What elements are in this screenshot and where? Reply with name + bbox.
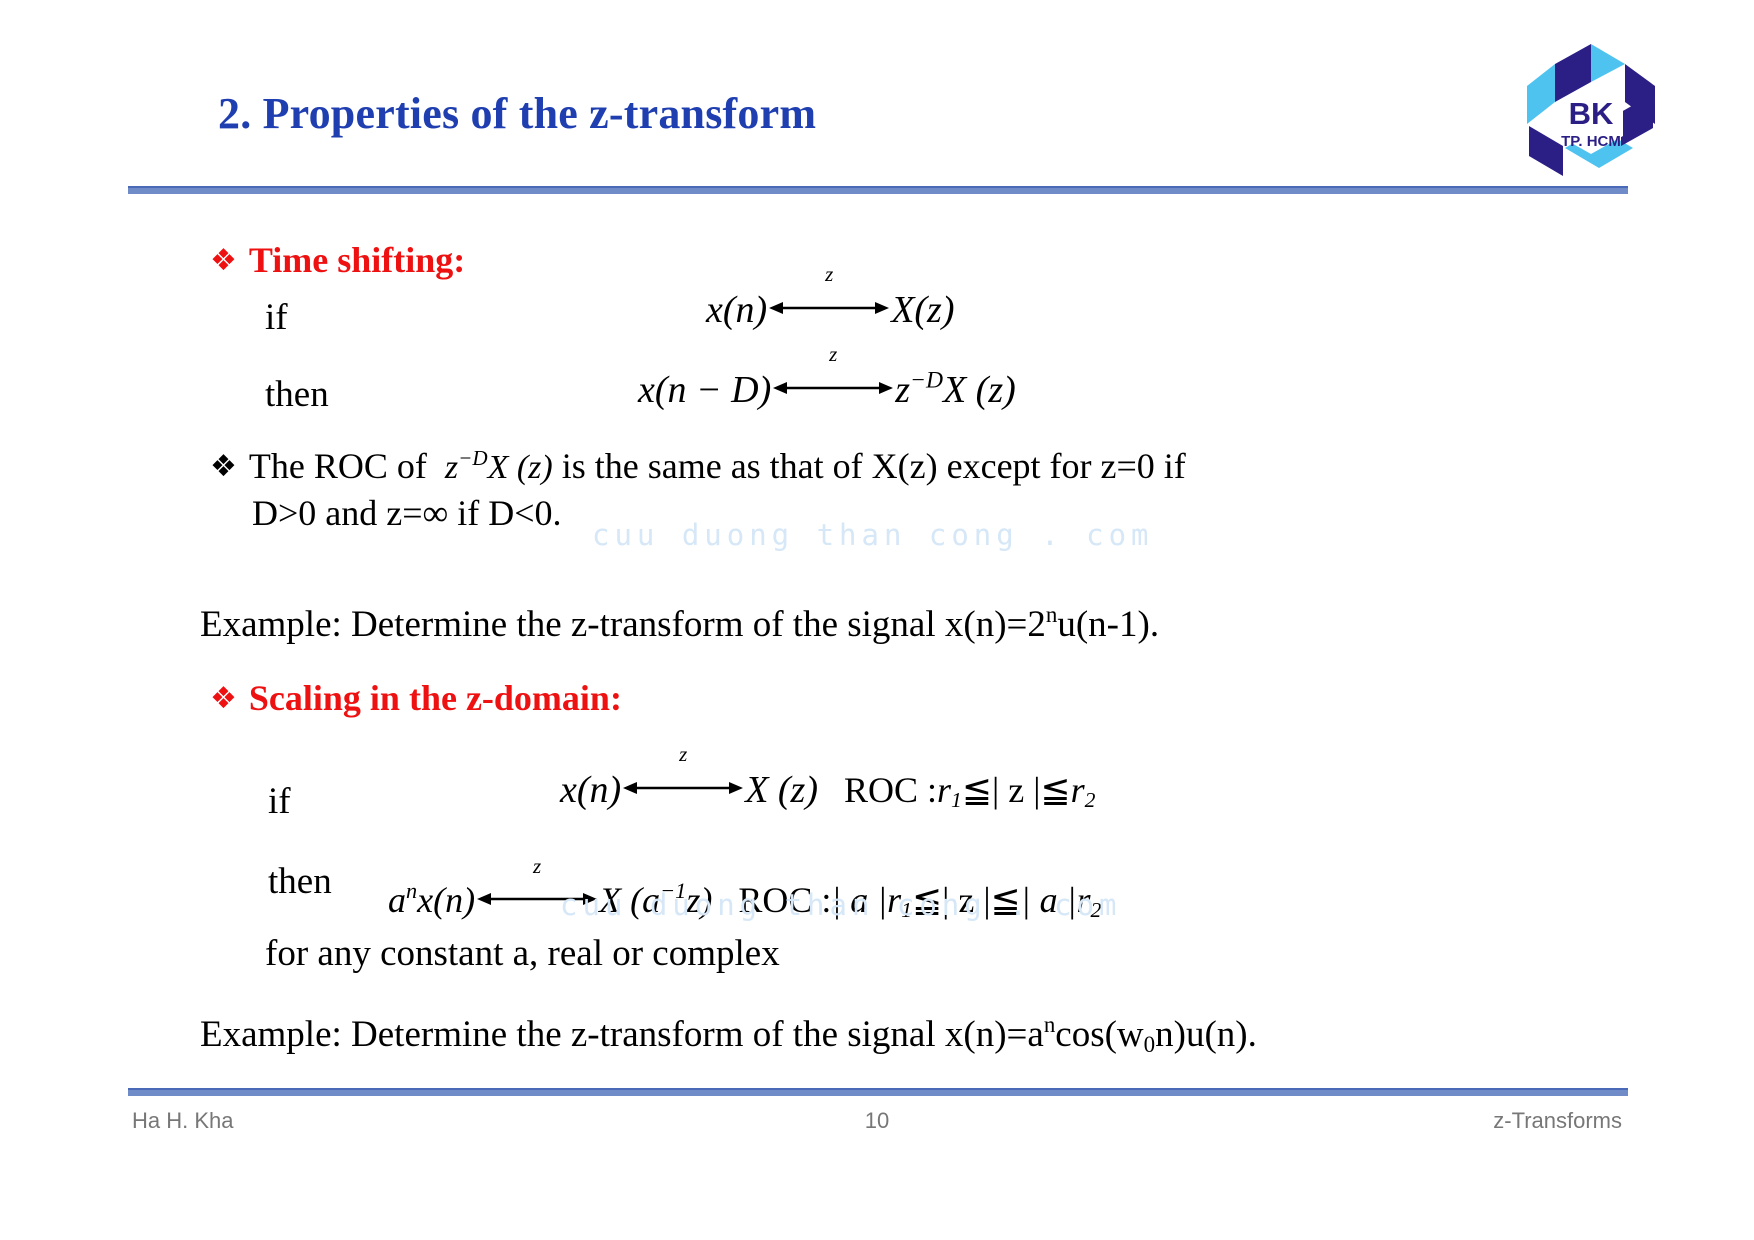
eq4-roc-lo: r: [887, 880, 902, 920]
example-2-mid: cos(w: [1055, 1014, 1144, 1056]
eq3-roc-lo-sub: 1: [951, 787, 962, 812]
equation-scaling-if: x(n) z X (z) ROC :r1≦| z |≦r2: [560, 742, 1096, 813]
eq4-rhs-tail: z): [686, 880, 713, 920]
section-heading-label: Scaling in the z-domain:: [248, 678, 622, 718]
eq4-lhs-exponent: n: [406, 878, 418, 904]
eq3-lhs: x(n): [560, 769, 622, 811]
example-2-suffix: n)u(n).: [1155, 1014, 1257, 1056]
header-divider: [128, 186, 1628, 194]
diamond-bullet-icon: ❖: [210, 243, 237, 278]
eq4-lhs-tail: x(n): [417, 880, 476, 920]
example-1-prefix: Example: Determine the z-transform of th…: [200, 604, 1046, 646]
eq2-lhs: x(n − D): [638, 369, 772, 411]
roc-inline-math: z−DX (z): [444, 445, 553, 486]
example-2-superscript: n: [1043, 1012, 1056, 1037]
eq4-roc-lo-sub: 1: [901, 897, 912, 922]
eq4-roc-hi-sub: 2: [1090, 897, 1102, 922]
roc-text-part2: is the same as that of X(z) except for z…: [561, 446, 1186, 486]
eq4-lhs-base: a: [388, 880, 406, 920]
eq3-roc: ROC :r1≦| z |≦r2: [844, 770, 1096, 812]
then-label-2: then: [268, 861, 332, 902]
eq4-roc-a2: | a |: [1020, 880, 1077, 920]
eq2-rhs-base: z: [895, 369, 911, 411]
z-transform-arrow-icon: z: [769, 262, 890, 324]
footer-topic: z-Transforms: [1493, 1108, 1622, 1133]
z-transform-arrow-icon: z: [477, 854, 598, 914]
eq4-roc-prefix: ROC :: [738, 880, 832, 920]
footer-divider: [128, 1088, 1628, 1096]
equation-scaling-then: anx(n) z X (a−1z) ROC :| a |r1≦| z |≦| a |r…: [388, 854, 1102, 923]
eq4-roc: ROC :| a |r1≦| z |≦| a |r2: [738, 880, 1102, 922]
roc-math-exponent: −D: [458, 445, 488, 470]
eq4-roc-a1: | a |: [831, 880, 888, 920]
eq1-rhs: X(z): [891, 289, 955, 331]
footer-page-number: 10: [864, 1108, 890, 1133]
eq3-roc-prefix: ROC :: [844, 770, 938, 810]
diamond-bullet-icon: ❖: [210, 449, 237, 484]
z-transform-arrow-icon: z: [623, 742, 744, 804]
section-heading-time-shifting: ❖ Time shifting:: [210, 240, 465, 280]
eq2-rhs-exponent: −D: [910, 367, 943, 394]
logo-text-main: BK: [1569, 96, 1614, 131]
example-2-prefix: Example: Determine the z-transform of th…: [200, 1014, 1044, 1056]
z-transform-arrow-icon: z: [773, 342, 894, 404]
if-label-2: if: [268, 781, 291, 822]
example-1-superscript: n: [1045, 602, 1058, 627]
equation-time-shift-then: x(n − D) z z−DX (z): [638, 342, 1016, 412]
eq3-roc-lo: r: [937, 770, 952, 810]
example-1-suffix: u(n-1).: [1057, 604, 1160, 646]
section-heading-scaling: ❖ Scaling in the z-domain:: [210, 678, 622, 718]
eq4-rhs: X (a: [599, 880, 661, 920]
logo-graphic: BK TP. HCM: [1527, 44, 1655, 176]
roc-math-base: z: [444, 449, 459, 486]
example-1: Example: Determine the z-transform of th…: [200, 602, 1159, 646]
example-2-subscript: 0: [1143, 1031, 1156, 1057]
eq3-roc-mid: ≦| z |≦: [961, 770, 1071, 810]
eq2-rhs-tail: X (z): [942, 369, 1016, 411]
then-label-1: then: [265, 374, 329, 415]
section-heading-label: Time shifting:: [248, 240, 466, 280]
scaling-note: for any constant a, real or complex: [265, 933, 780, 974]
diamond-bullet-icon: ❖: [210, 681, 237, 716]
roc-text-line2: D>0 and z=∞ if D<0.: [252, 493, 562, 534]
page-title: 2. Properties of the z-transform: [218, 89, 817, 138]
eq4-roc-hi: r: [1076, 880, 1091, 920]
roc-text-part1: The ROC of: [248, 446, 427, 486]
eq3-roc-hi: r: [1070, 770, 1085, 810]
eq3-rhs: X (z): [745, 769, 818, 811]
logo-text-sub: TP. HCM: [1561, 133, 1621, 150]
if-label-1: if: [265, 297, 288, 338]
bk-tphcm-logo: BK TP. HCM: [1525, 42, 1657, 178]
equation-time-shift-if: x(n) z X(z): [706, 262, 955, 332]
eq3-roc-hi-sub: 2: [1084, 787, 1096, 812]
eq4-rhs-exponent: −1: [660, 878, 687, 904]
roc-paragraph: ❖ The ROC of z−DX (z) is the same as that…: [210, 446, 1590, 533]
example-2: Example: Determine the z-transform of th…: [200, 1012, 1257, 1058]
slide-canvas: 2. Properties of the z-transform BK TP. …: [0, 0, 1754, 1240]
eq1-lhs: x(n): [706, 289, 768, 331]
roc-math-tail: X (z): [487, 449, 553, 486]
eq4-roc-mid: ≦| z |≦: [911, 880, 1021, 920]
